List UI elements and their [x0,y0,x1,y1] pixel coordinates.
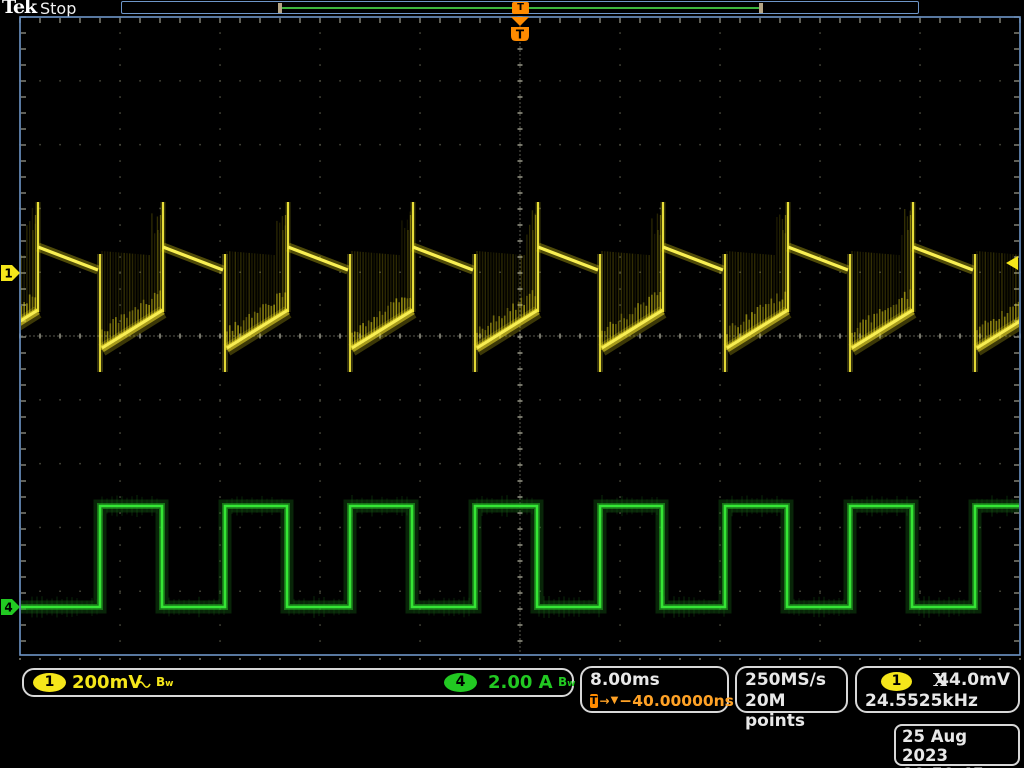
oscilloscope-screen: Tek Stop T 14T 1 200mV Bw 4 2.00 A Bw 8.… [0,0,1024,768]
trigger-source-badge[interactable]: 1 [881,672,912,691]
channel-readouts-box: 1 200mV Bw 4 2.00 A Bw [22,668,574,697]
ch1-coupling-sine-wave-icon [136,675,152,694]
trigger-delay-readout[interactable]: T → ▼ −40.00000ns [590,691,727,711]
trigger-t-icon: T [590,694,598,708]
ch4-bandwidth-limit-icon: Bw [558,675,575,689]
ch1-badge[interactable]: 1 [33,673,66,692]
horizontal-readout-box[interactable]: 8.00ms T → ▼ −40.00000ns [580,666,729,713]
trigger-position-marker-icon[interactable]: T [511,17,529,42]
ch4-scale-readout[interactable]: 2.00 A [488,672,553,693]
arrow-right-icon: → [600,691,610,711]
record-length: 20M points [745,691,846,731]
ch1-scale-readout[interactable]: 200mV [72,672,142,693]
trigger-delay-value: −40.00000ns [619,691,734,711]
date-label: 25 Aug 2023 [902,727,1018,765]
trigger-level-readout[interactable]: 44.0mV [937,670,1010,690]
svg-text:4: 4 [4,601,12,615]
timebase-scale[interactable]: 8.00ms [590,670,727,691]
slope-down-icon: ▼ [611,691,619,711]
ch1-ground-marker[interactable]: 1 [1,265,20,281]
svg-text:T: T [516,28,525,42]
sample-rate: 250MS/s [745,670,846,691]
trigger-frequency-readout: 24.5525kHz [865,691,978,711]
trigger-readout-box[interactable]: 1 X 44.0mV 24.5525kHz [855,666,1020,713]
ch1-bandwidth-limit-icon: Bw [156,675,173,689]
svg-text:1: 1 [4,267,12,281]
datetime-box: 25 Aug 2023 10:50:45 [894,724,1020,766]
waveform-display-area: 1 4 T [0,0,1024,660]
ch4-ground-marker[interactable]: 4 [1,599,20,615]
waveform-ch1 [0,202,1024,372]
acquisition-readout-box[interactable]: 250MS/s 20M points [735,666,848,713]
ch4-badge[interactable]: 4 [444,673,477,692]
